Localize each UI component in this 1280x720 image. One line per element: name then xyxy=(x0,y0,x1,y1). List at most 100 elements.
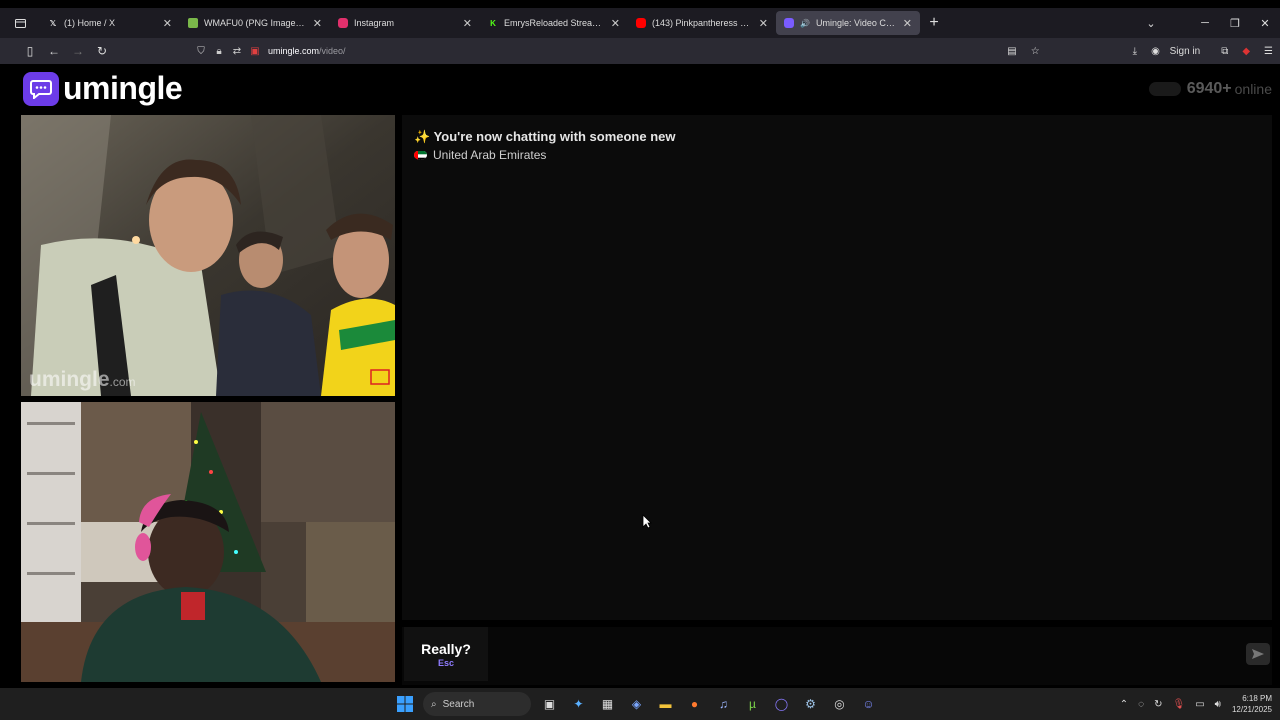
steam-icon[interactable]: ⚙ xyxy=(800,693,822,715)
close-tab-icon[interactable]: ✕ xyxy=(611,17,620,30)
chat-controls: Really? Esc xyxy=(402,627,1272,685)
sync-icon[interactable]: ↻ xyxy=(1154,699,1162,710)
tab-instagram[interactable]: Instagram ✕ xyxy=(330,8,480,38)
mouse-cursor xyxy=(642,514,652,529)
system-clock[interactable]: 6:18 PM 12/21/2025 xyxy=(1232,693,1272,715)
copilot-icon[interactable]: ✦ xyxy=(568,693,590,715)
app-diamond-icon[interactable]: ◈ xyxy=(626,693,648,715)
tab-umingle[interactable]: 🔊 Umingle: Video Chat with S ✕ xyxy=(776,11,920,35)
chat-panel: ✨ You're now chatting with someone new U… xyxy=(402,115,1272,620)
extension-badge-icon[interactable]: ◆ xyxy=(1242,46,1250,57)
sparkles-icon: ✨ xyxy=(414,129,431,144)
chat-status-message: ✨ You're now chatting with someone new xyxy=(414,129,676,145)
file-explorer-icon[interactable]: ▬ xyxy=(655,693,677,715)
stranger-country: United Arab Emirates xyxy=(414,148,546,162)
bookmark-star-icon[interactable]: ☆ xyxy=(1031,46,1040,57)
tab-overflow-icon[interactable]: ⌄ xyxy=(1136,17,1166,30)
instagram-icon xyxy=(338,18,348,28)
address-bar[interactable]: ⛉ 🔒︎ ⇄ ▣ umingle.com/video/ xyxy=(192,41,1054,61)
tab-image[interactable]: WMAFU0 (PNG Image, 873 × 1 ✕ xyxy=(180,8,330,38)
message-input[interactable] xyxy=(496,631,1236,677)
sidebar-icon[interactable]: ▯ xyxy=(18,40,42,62)
store-icon[interactable]: ▦ xyxy=(597,693,619,715)
discord-icon[interactable]: ☺ xyxy=(858,693,880,715)
reader-view-icon[interactable]: ▤ xyxy=(1007,46,1016,57)
browser-nav-bar: ▯ ← → ↻ ⛉ 🔒︎ ⇄ ▣ umingle.com/video/ ▤ ☆ … xyxy=(0,38,1280,64)
kick-icon: K xyxy=(490,18,496,28)
new-tab-button[interactable]: + xyxy=(920,14,948,32)
nav-right-controls: ▤ ☆ ⤓ ◉ Sign in ⧉ ◆ ☰ xyxy=(1000,38,1280,64)
skip-button[interactable]: Really? Esc xyxy=(404,627,488,681)
microphone-icon[interactable]: 🎙︎ xyxy=(1172,699,1185,710)
task-view-icon[interactable]: ▣ xyxy=(539,693,561,715)
sign-in-button[interactable]: ◉ Sign in xyxy=(1151,46,1207,57)
restore-icon[interactable]: ❐ xyxy=(1220,17,1250,30)
umingle-icon xyxy=(784,18,794,28)
close-tab-icon[interactable]: ✕ xyxy=(463,17,472,30)
taskbar-search[interactable]: ⌕ Search xyxy=(423,692,531,716)
taskbar: ⌕ Search ▣ ✦ ▦ ◈ ▬ ● ♫ µ ◯ ⚙ ◎ ☺ ⌃ ◌ ↻ 🎙… xyxy=(0,688,1280,720)
minimize-icon[interactable]: ─ xyxy=(1190,17,1220,29)
window-controls: ⌄ ─ ❐ ✕ xyxy=(1136,8,1280,38)
search-label: Search xyxy=(442,698,475,710)
online-label: online xyxy=(1234,81,1272,97)
forward-icon[interactable]: → xyxy=(66,40,90,62)
x-logo-icon: 𝕏 xyxy=(49,18,57,28)
close-tab-icon[interactable]: ✕ xyxy=(759,17,768,30)
youtube-icon xyxy=(636,18,646,28)
clock-date: 12/21/2025 xyxy=(1231,705,1272,714)
obs-icon[interactable]: ◎ xyxy=(829,693,851,715)
logo-text: umingle xyxy=(63,70,183,106)
tab-kick[interactable]: K EmrysReloaded Stream - Watch ✕ xyxy=(480,8,628,38)
stranger-video: umingle.com xyxy=(21,115,395,396)
tab-title: EmrysReloaded Stream - Watch xyxy=(504,18,605,28)
tab-youtube[interactable]: (143) Pinkpantheress Playlist - Y ✕ xyxy=(628,8,776,38)
back-icon[interactable]: ← xyxy=(42,40,66,62)
menu-icon[interactable]: ☰ xyxy=(1264,46,1273,57)
camera-sharing-icon[interactable]: ▣ xyxy=(246,46,264,57)
reload-icon[interactable]: ↻ xyxy=(90,40,114,62)
system-tray: ⌃ ◌ ↻ 🎙︎ ▭ 🔊︎ 6:18 PM 12/21/2025 xyxy=(1115,688,1272,720)
close-window-icon[interactable]: ✕ xyxy=(1250,17,1280,30)
tab-home-x[interactable]: 𝕏 (1) Home / X ✕ xyxy=(40,8,180,38)
send-button[interactable] xyxy=(1246,643,1270,665)
lock-icon[interactable]: 🔒︎ xyxy=(210,46,228,57)
clock-time: 6:18 PM xyxy=(1242,694,1272,703)
close-tab-icon[interactable]: ✕ xyxy=(313,17,322,30)
online-toggle[interactable] xyxy=(1148,82,1181,96)
stranger-video-frame xyxy=(21,115,395,396)
download-icon[interactable]: ⤓ xyxy=(1133,46,1137,57)
close-tab-icon[interactable]: ✕ xyxy=(163,17,172,30)
browser-tab-bar: 𝕏 (1) Home / X ✕ WMAFU0 (PNG Image, 873 … xyxy=(0,8,1280,38)
windows-start-icon[interactable] xyxy=(394,693,416,715)
extensions-icon[interactable]: ⧉ xyxy=(1221,46,1228,57)
site-logo[interactable]: umingle xyxy=(23,70,183,107)
permissions-icon[interactable]: ⇄ xyxy=(228,46,246,57)
tray-app-icon[interactable]: ◌ xyxy=(1138,699,1144,710)
tab-title: WMAFU0 (PNG Image, 873 × 1 xyxy=(204,18,307,28)
network-icon[interactable]: ▭ xyxy=(1195,699,1204,710)
itunes-icon[interactable]: ♫ xyxy=(713,693,735,715)
tray-overflow-icon[interactable]: ⌃ xyxy=(1120,699,1128,710)
online-counter: 6940+ online xyxy=(1148,80,1272,98)
watermark-tld: .com xyxy=(109,375,136,389)
self-video-frame xyxy=(21,402,395,682)
utorrent-icon[interactable]: µ xyxy=(742,693,764,715)
watermark-main: umingle xyxy=(29,368,110,391)
status-text: You're now chatting with someone new xyxy=(433,129,676,144)
country-name: United Arab Emirates xyxy=(433,148,547,162)
volume-icon[interactable]: 🔊︎ xyxy=(1215,699,1221,710)
tab-list-icon[interactable] xyxy=(0,8,40,38)
firefox-icon[interactable]: ● xyxy=(684,693,706,715)
app-ring-icon[interactable]: ◯ xyxy=(771,693,793,715)
online-count: 6940+ xyxy=(1186,80,1232,97)
tab-title: Umingle: Video Chat with S xyxy=(816,18,897,28)
speaker-icon[interactable]: 🔊 xyxy=(800,18,810,28)
send-icon xyxy=(1252,649,1264,659)
shield-icon[interactable]: ⛉ xyxy=(192,46,210,57)
uae-flag-icon xyxy=(414,150,427,160)
chat-bubble-icon xyxy=(23,71,59,106)
close-tab-icon[interactable]: ✕ xyxy=(903,17,912,30)
tab-title: Instagram xyxy=(354,18,395,28)
self-video xyxy=(21,402,395,682)
